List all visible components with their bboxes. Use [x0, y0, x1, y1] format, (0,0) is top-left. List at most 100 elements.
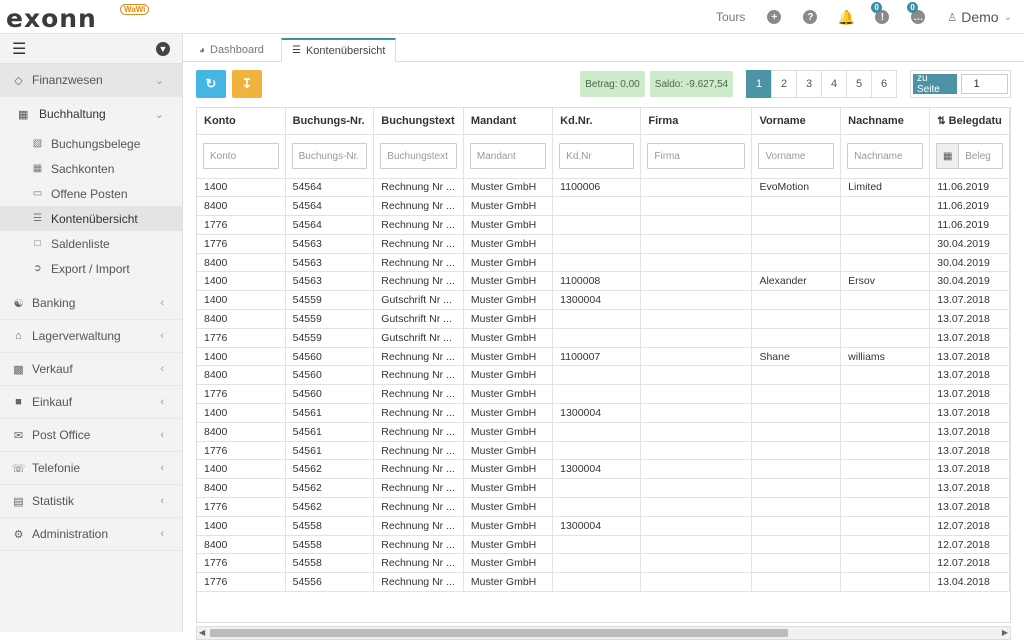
sidebar-item-finanzwesen[interactable]: ◇ Finanzwesen ⌄ [0, 64, 182, 97]
table-row[interactable]: 8400 54561 Rechnung Nr ... Muster GmbH 13.07… [197, 422, 1010, 442]
sidebar-item-verkauf[interactable]: ▩ Verkauf ‹ [0, 353, 182, 386]
column-header[interactable]: Konto [197, 108, 286, 135]
sidebar-item-banking[interactable]: ☯ Banking ‹ [0, 287, 182, 320]
table-row[interactable]: 1400 54561 Rechnung Nr ... Muster GmbH 13000… [197, 403, 1010, 423]
sidebar-sub-saldenliste[interactable]: □ Saldenliste [0, 231, 182, 256]
refresh-button[interactable]: ↻ [196, 70, 226, 98]
filter-input[interactable]: Firma [647, 143, 746, 169]
table-row[interactable]: 1776 54560 Rechnung Nr ... Muster GmbH 13.07… [197, 384, 1010, 405]
sidebar-sub-kontenuebersicht[interactable]: ☰ Kontenübersicht [0, 206, 182, 231]
table-cell: 54558 [285, 553, 375, 574]
page-button[interactable]: 6 [871, 70, 897, 98]
filter-input[interactable]: Nachname [847, 143, 924, 169]
chevron-down-icon: ⌄ [154, 74, 164, 87]
page-button[interactable]: 4 [821, 70, 847, 98]
calendar-icon[interactable]: ▦ [937, 144, 960, 168]
sidebar-item-buchhaltung[interactable]: ▦ Buchhaltung ⌄ [0, 97, 182, 131]
page-button[interactable]: 1 [746, 70, 772, 98]
sidebar-sub-sachkonten[interactable]: ▦ Sachkonten [0, 156, 182, 181]
sidebar-item-label: Administration [32, 527, 109, 541]
page-button[interactable]: 3 [796, 70, 822, 98]
table-row[interactable]: 1776 54556 Rechnung Nr ... Muster GmbH 13.04… [197, 572, 1010, 593]
table-row[interactable]: 1400 54559 Gutschrift Nr ... Muster GmbH 130… [197, 290, 1010, 311]
truck-icon: ■ [15, 396, 22, 408]
page-button[interactable]: 2 [771, 70, 797, 98]
sidebar-item-lagerverwaltung[interactable]: ⌂ Lagerverwaltung ‹ [0, 320, 182, 353]
sidebar-item-telefonie[interactable]: ☏ Telefonie ‹ [0, 452, 182, 485]
filter-input[interactable]: Konto [203, 143, 279, 169]
table-row[interactable]: 1776 54558 Rechnung Nr ... Muster GmbH 12.07… [197, 553, 1010, 574]
table-row[interactable]: 1400 54562 Rechnung Nr ... Muster GmbH 13000… [197, 459, 1010, 480]
table-row[interactable]: 1776 54559 Gutschrift Nr ... Muster GmbH 13.… [197, 328, 1010, 348]
table-row[interactable]: 8400 54563 Rechnung Nr ... Muster GmbH 30.04… [197, 253, 1010, 273]
table-row[interactable]: 8400 54559 Gutschrift Nr ... Muster GmbH 13.… [197, 309, 1010, 329]
table-row[interactable]: 1400 54558 Rechnung Nr ... Muster GmbH 13000… [197, 516, 1010, 536]
sidebar-item-post-office[interactable]: ✉ Post Office ‹ [0, 419, 182, 452]
column-header[interactable]: Buchungstext [373, 108, 464, 135]
tab-dashboard[interactable]: ◕ Dashboard [188, 38, 275, 62]
table-row[interactable]: 1400 54564 Rechnung Nr ... Muster GmbH 11000… [197, 178, 1010, 198]
table-row[interactable]: 1400 54563 Rechnung Nr ... Muster GmbH 11000… [197, 271, 1010, 292]
menu-icon[interactable]: ☰ [12, 39, 26, 59]
column-header[interactable]: Mandant [463, 108, 554, 135]
circle-down-icon[interactable]: ▼ [156, 41, 170, 56]
filter-input[interactable]: Buchungstext [380, 143, 457, 169]
scroll-right-icon[interactable]: ▶ [1002, 626, 1008, 640]
bell-icon[interactable]: 🔔 [838, 9, 855, 25]
sidebar-sub-buchungsbelege[interactable]: ▧ Buchungsbelege [0, 131, 182, 156]
column-header[interactable]: Kd.Nr. [552, 108, 642, 135]
table-row[interactable]: 1776 54563 Rechnung Nr ... Muster GmbH 30.04… [197, 234, 1010, 254]
column-header[interactable]: Buchungs-Nr. [285, 108, 375, 135]
table-row[interactable]: 1776 54562 Rechnung Nr ... Muster GmbH 13.07… [197, 497, 1010, 517]
chevron-left-icon: ‹ [160, 297, 164, 309]
tab-kontenuebersicht[interactable]: ☰ Kontenübersicht [281, 38, 397, 62]
sort-icon: ⇅ [937, 115, 946, 127]
user-menu[interactable]: ♙ Demo ⌄ [947, 9, 1012, 25]
sidebar-sub-label: Kontenübersicht [51, 211, 138, 226]
column-header[interactable]: Firma [640, 108, 753, 135]
table-cell: Rechnung Nr ... [373, 572, 464, 593]
filter-input[interactable]: Mandant [469, 143, 547, 169]
accounts-grid: Konto Buchungs-Nr. Buchungstext Mandant … [196, 107, 1011, 623]
sidebar-item-einkauf[interactable]: ■ Einkauf ‹ [0, 386, 182, 419]
sidebar-sub-offene-posten[interactable]: ▭ Offene Posten [0, 181, 182, 206]
filter-input[interactable]: Kd.Nr [559, 143, 635, 169]
filter-input[interactable]: Buchungs-Nr. [291, 143, 368, 169]
goto-page-button[interactable]: zu Seite [913, 73, 957, 95]
column-header[interactable]: Nachname [840, 108, 931, 135]
sidebar-item-label: Einkauf [32, 395, 73, 409]
sidebar-sub-export-import[interactable]: ➲ Export / Import [0, 256, 182, 281]
table-cell: 12.07.2018 [929, 516, 1010, 536]
table-row[interactable]: 1776 54561 Rechnung Nr ... Muster GmbH 13.07… [197, 441, 1010, 461]
table-row[interactable]: 8400 54564 Rechnung Nr ... Muster GmbH 11.06… [197, 196, 1010, 217]
download-button[interactable]: ↧ [232, 70, 262, 98]
table-row[interactable]: 8400 54562 Rechnung Nr ... Muster GmbH 13.07… [197, 478, 1010, 499]
chat-icon[interactable]: … 0 [907, 2, 926, 24]
page-button[interactable]: 5 [846, 70, 872, 98]
column-header[interactable]: Vorname [751, 108, 842, 135]
file-icon: □ [34, 238, 41, 249]
column-header-sorted[interactable]: ⇅ Belegdatu [929, 108, 1010, 135]
scroll-left-icon[interactable]: ◀ [199, 626, 205, 640]
table-cell: 54563 [285, 271, 375, 292]
table-row[interactable]: 1776 54564 Rechnung Nr ... Muster GmbH 11.06… [197, 215, 1010, 235]
headset-icon: ☏ [11, 462, 26, 475]
table-cell [552, 196, 642, 217]
table-row[interactable]: 1400 54560 Rechnung Nr ... Muster GmbH 11000… [197, 347, 1010, 367]
tours-link[interactable]: Tours [716, 10, 745, 24]
table-row[interactable]: 8400 54560 Rechnung Nr ... Muster GmbH 13.07… [197, 365, 1010, 386]
table-row[interactable]: 8400 54558 Rechnung Nr ... Muster GmbH 12.07… [197, 535, 1010, 555]
sidebar-item-statistik[interactable]: ▤ Statistik ‹ [0, 485, 182, 518]
logo[interactable]: exonn WaWi [6, 4, 150, 33]
filter-input[interactable]: Vorname [758, 143, 835, 169]
goto-page-input[interactable]: 1 [960, 74, 1008, 94]
plus-icon[interactable]: + [767, 10, 782, 24]
help-icon[interactable]: ? [803, 10, 818, 24]
table-cell [552, 234, 642, 254]
date-filter-input[interactable]: ▦ Beleg [936, 143, 1003, 169]
sidebar-item-administration[interactable]: ⚙ Administration ‹ [0, 518, 182, 551]
table-cell [552, 422, 642, 442]
alert-icon[interactable]: ! 0 [871, 2, 890, 24]
horizontal-scrollbar[interactable]: ◀ ▶ [196, 626, 1011, 640]
scrollbar-thumb[interactable] [210, 629, 788, 637]
